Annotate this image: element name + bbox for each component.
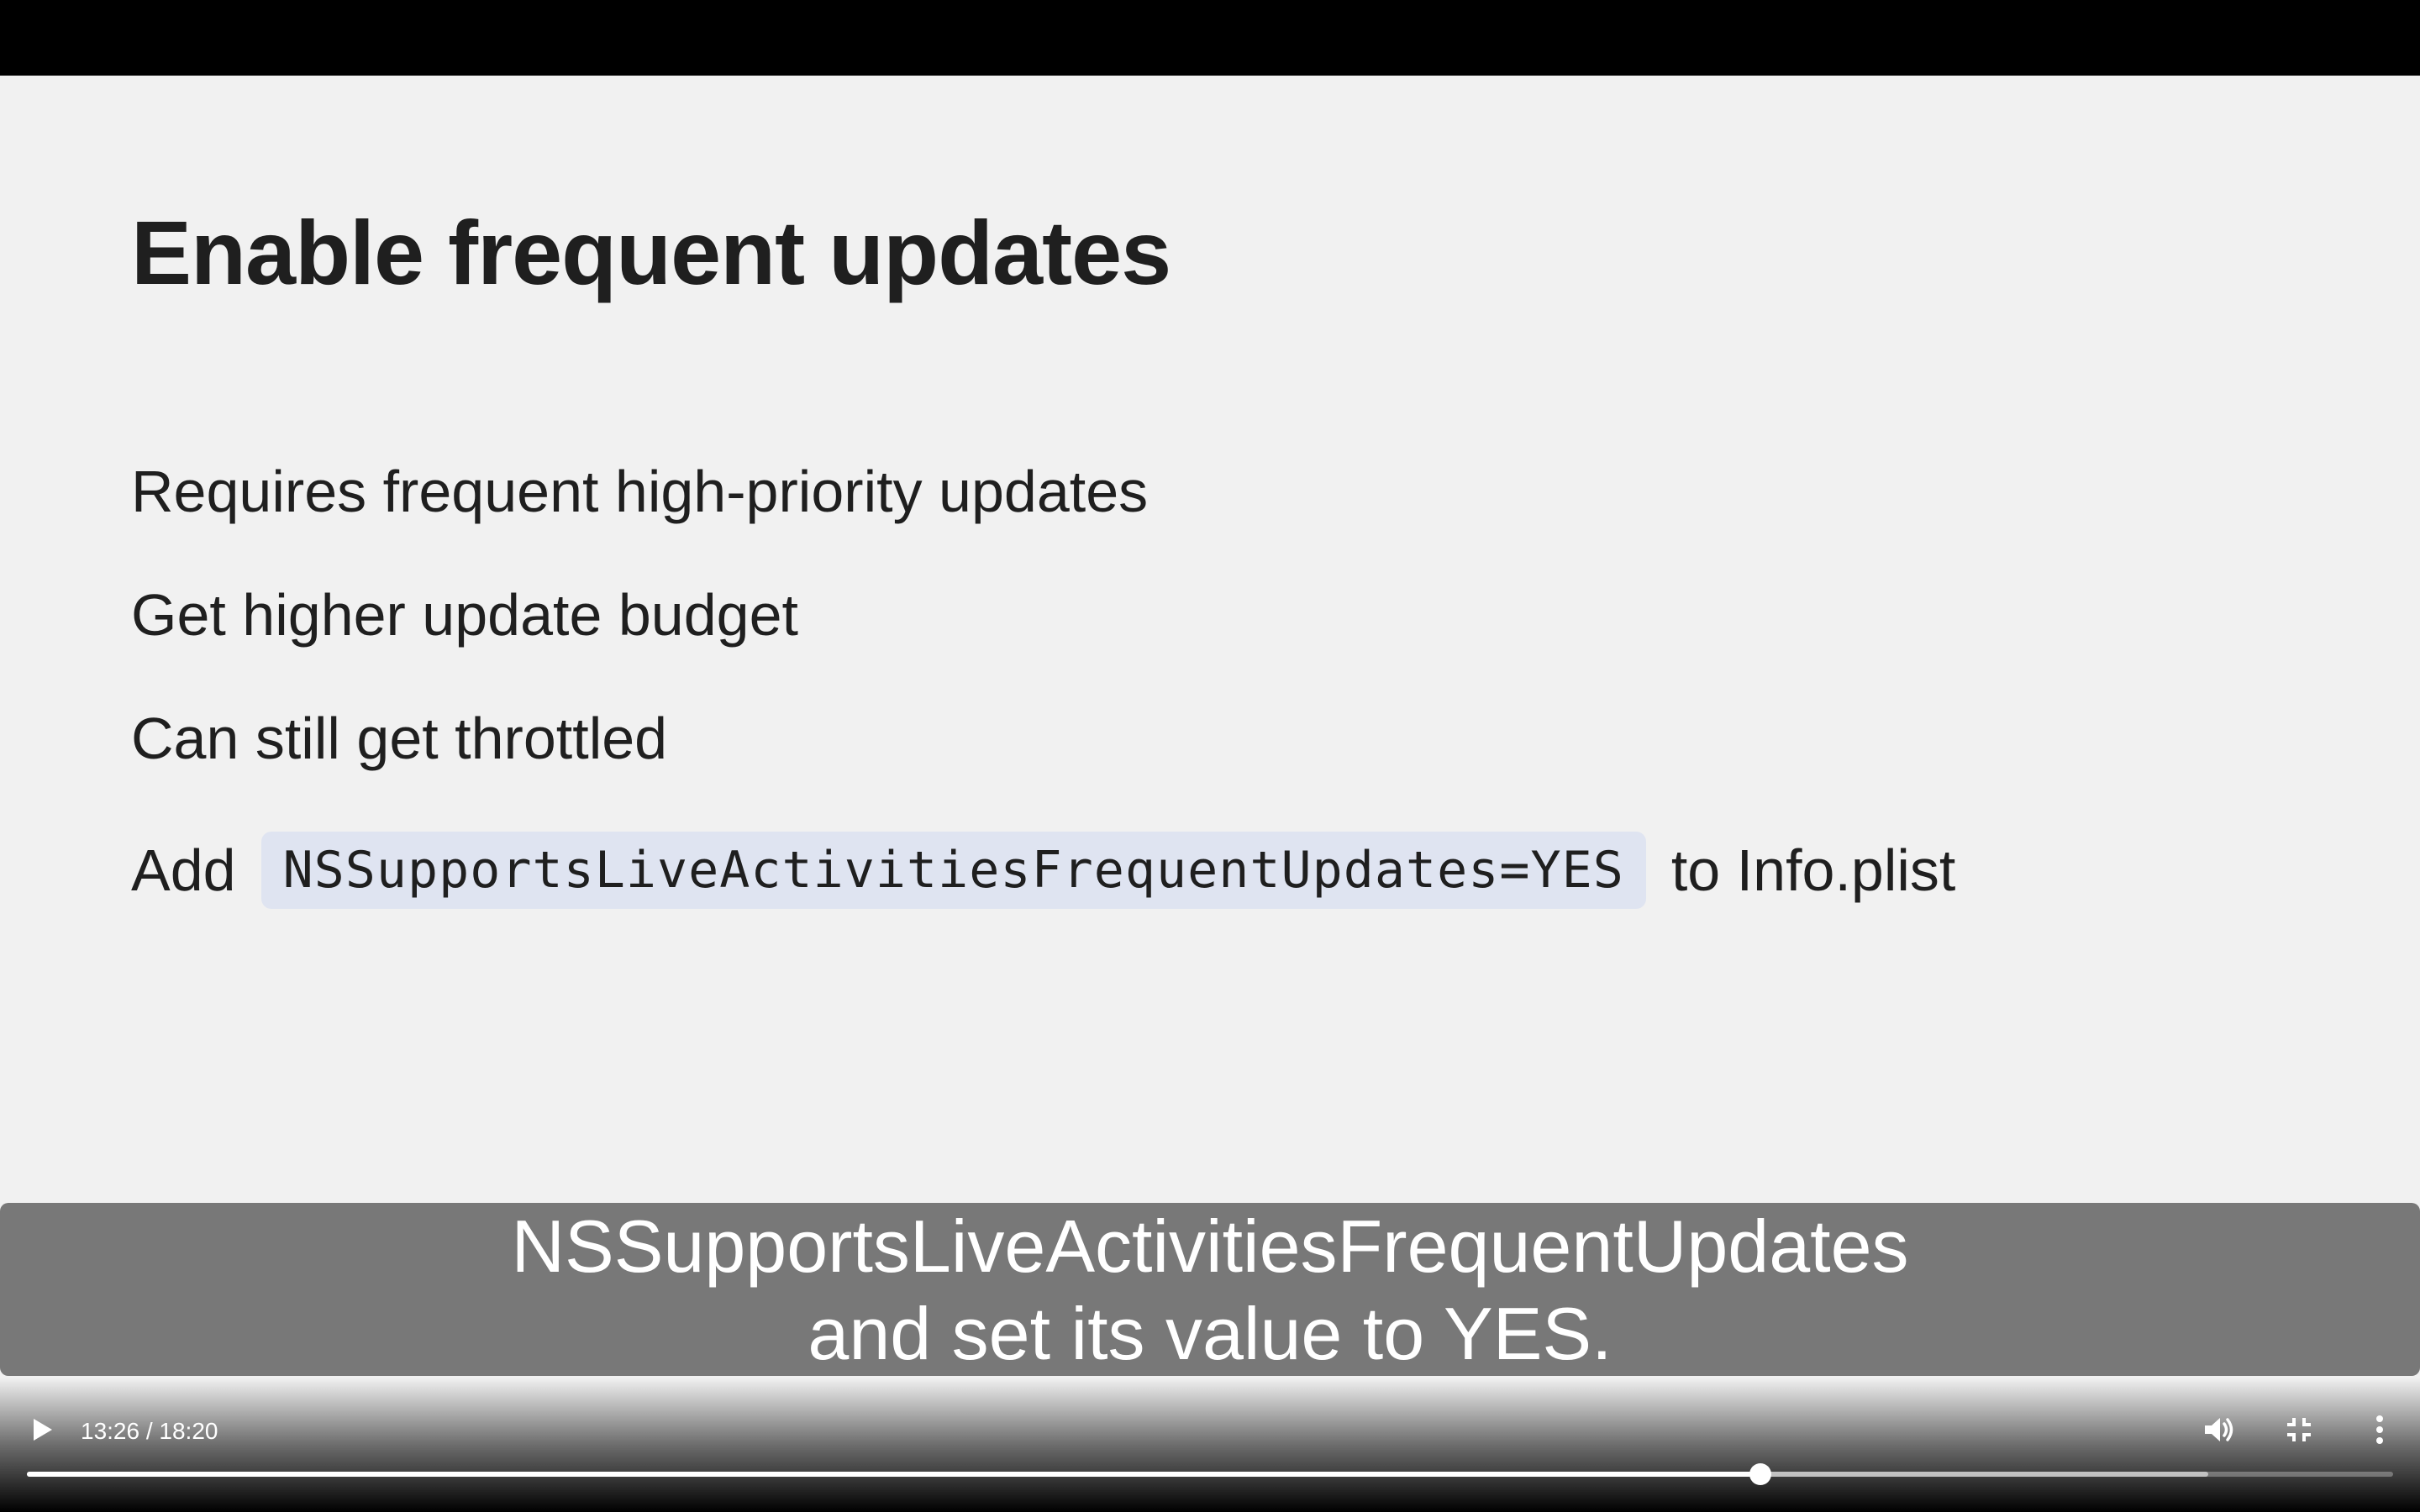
bullet-suffix: to Info.plist [1670,837,1956,903]
bullet-prefix: Add [131,837,236,903]
bullet-item: Get higher update budget [131,582,798,648]
exit-fullscreen-button[interactable] [2281,1411,2317,1448]
play-button[interactable] [25,1413,59,1446]
bullet-item: Can still get throttled [131,706,668,771]
caption-line-2: and set its value to YES. [808,1292,1612,1375]
player-controls: 13:26 / 18:20 [0,1404,2420,1458]
more-vertical-icon [2376,1415,2383,1444]
play-icon [34,1419,52,1441]
volume-icon [2205,1418,2233,1441]
progress-bar[interactable] [27,1463,2393,1485]
more-options-button[interactable] [2361,1411,2398,1448]
caption-line-1: NSSupportsLiveActivitiesFrequentUpdates [511,1205,1909,1288]
subtitle-caption: NSSupportsLiveActivitiesFrequentUpdates … [0,1203,2420,1376]
code-snippet: NSSupportsLiveActivitiesFrequentUpdates=… [260,832,1646,909]
progress-played [27,1472,1761,1477]
exit-fullscreen-icon [2287,1418,2311,1441]
volume-button[interactable] [2200,1411,2237,1448]
time-display: 13:26 / 18:20 [81,1418,218,1444]
bullet-item-code: Add NSSupportsLiveActivitiesFrequentUpda… [131,832,1955,909]
slide-title: Enable frequent updates [131,202,1171,303]
video-player[interactable]: Enable frequent updates Requires frequen… [0,0,2420,1512]
bullet-item: Requires frequent high-priority updates [131,459,1149,524]
